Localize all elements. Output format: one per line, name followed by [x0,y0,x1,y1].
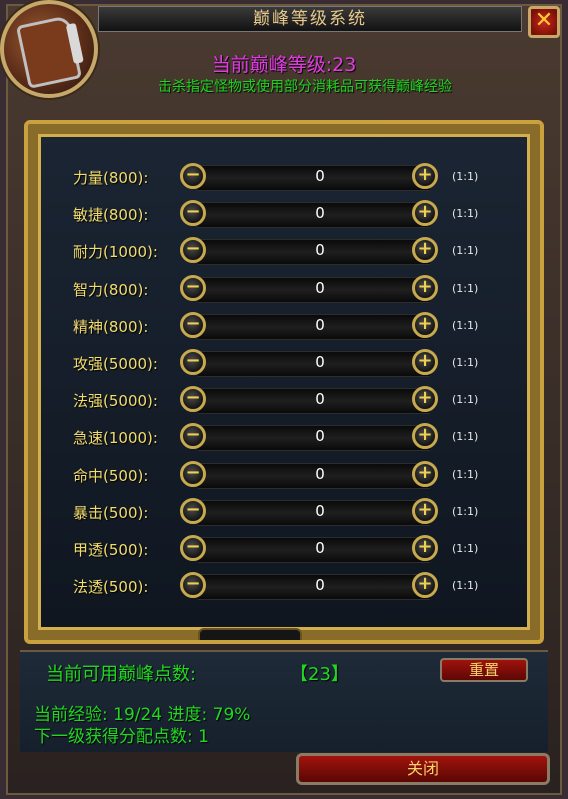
info-panel: 当前可用巅峰点数: 【23】 重置 当前经验: 19/24 进度: 79% 下一… [20,650,548,752]
minus-icon[interactable]: − [180,535,206,561]
stat-value: 0 [315,390,325,409]
stat-ratio: (1:1) [452,281,479,295]
minus-icon[interactable]: − [180,460,206,487]
stat-value: 0 [315,167,325,185]
window-title: 巅峰等级系统 [98,6,522,32]
stat-value: 0 [315,427,325,446]
stat-value: 0 [315,315,325,334]
stat-label: 法强(5000): [73,392,158,411]
stat-row: 攻强(5000): 0 − + (1:1) [38,348,530,378]
stat-ratio: (1:1) [452,542,479,555]
stat-row: 急速(1000): 0 − + (1:1) [38,422,530,452]
available-points-value: 【23】 [290,664,349,685]
plus-icon[interactable]: + [412,200,438,227]
plus-icon[interactable]: + [412,535,438,561]
close-icon[interactable]: ✕ [528,6,560,38]
stat-row: 敏捷(800): 0 − + (1:1) [38,199,530,229]
minus-icon[interactable]: − [180,274,206,301]
minus-icon[interactable]: − [180,163,206,189]
book-icon [0,0,98,98]
minus-icon[interactable]: − [180,200,206,227]
stat-ratio: (1:1) [452,244,479,258]
stat-row: 法强(5000): 0 − + (1:1) [38,385,530,415]
stat-label: 耐力(1000): [73,243,158,262]
stat-ratio: (1:1) [452,579,479,593]
stat-value: 0 [315,353,325,371]
stat-value: 0 [315,241,325,260]
plus-icon[interactable]: + [412,386,438,413]
plus-icon[interactable]: + [412,311,438,338]
minus-icon[interactable]: − [180,497,206,524]
stat-value: 0 [315,278,325,297]
stat-row: 暴击(500): 0 − + (1:1) [38,497,530,527]
stat-label: 力量(800): [73,169,149,187]
stat-ratio: (1:1) [452,467,479,481]
stats-panel: 力量(800): 0 − + (1:1) 敏捷(800): 0 − + (1:1… [24,120,544,644]
stat-label: 法透(500): [73,578,149,597]
plus-icon[interactable]: + [412,460,438,487]
stat-label: 暴击(500): [73,503,149,522]
stat-row: 力量(800): 0 − + (1:1) [38,162,530,192]
stat-label: 敏捷(800): [73,206,149,225]
stat-ratio: (1:1) [452,170,479,183]
available-points-label: 当前可用巅峰点数: [46,664,197,685]
stat-ratio: (1:1) [452,504,479,518]
stat-label: 命中(500): [73,466,149,485]
plus-icon[interactable]: + [412,497,438,524]
stat-row: 耐力(1000): 0 − + (1:1) [38,236,530,266]
plus-icon[interactable]: + [412,572,438,599]
stat-value: 0 [315,501,325,520]
stat-label: 甲透(500): [73,541,149,559]
plus-icon[interactable]: + [412,423,438,450]
stat-value: 0 [315,204,325,223]
stat-ratio: (1:1) [452,207,479,221]
stat-ratio: (1:1) [452,356,479,369]
stat-row: 甲透(500): 0 − + (1:1) [38,534,530,564]
plus-icon[interactable]: + [412,237,438,264]
minus-icon[interactable]: − [180,386,206,413]
stat-row: 精神(800): 0 − + (1:1) [38,311,530,341]
plus-icon[interactable]: + [412,163,438,189]
hint-text: 击杀指定怪物或使用部分消耗品可获得巅峰经验 [158,79,452,95]
stat-label: 急速(1000): [73,429,158,448]
plus-icon[interactable]: + [412,274,438,301]
minus-icon[interactable]: − [180,349,206,375]
stat-label: 攻强(5000): [73,355,158,373]
close-button[interactable]: 关闭 [296,753,550,785]
stat-ratio: (1:1) [452,430,479,444]
stat-label: 精神(800): [73,317,149,336]
panel-tab [198,628,302,640]
next-level-points: 下一级获得分配点数: 1 [34,727,209,747]
stat-label: 智力(800): [73,280,149,299]
stat-value: 0 [315,539,325,557]
stat-row: 法透(500): 0 − + (1:1) [38,571,530,601]
stat-value: 0 [315,576,325,595]
minus-icon[interactable]: − [180,311,206,338]
reset-button[interactable]: 重置 [440,658,528,682]
stat-value: 0 [315,464,325,483]
stat-row: 智力(800): 0 − + (1:1) [38,274,530,304]
stat-ratio: (1:1) [452,393,479,407]
stat-ratio: (1:1) [452,318,479,332]
minus-icon[interactable]: − [180,572,206,599]
stat-row: 命中(500): 0 − + (1:1) [38,460,530,490]
plus-icon[interactable]: + [412,349,438,375]
